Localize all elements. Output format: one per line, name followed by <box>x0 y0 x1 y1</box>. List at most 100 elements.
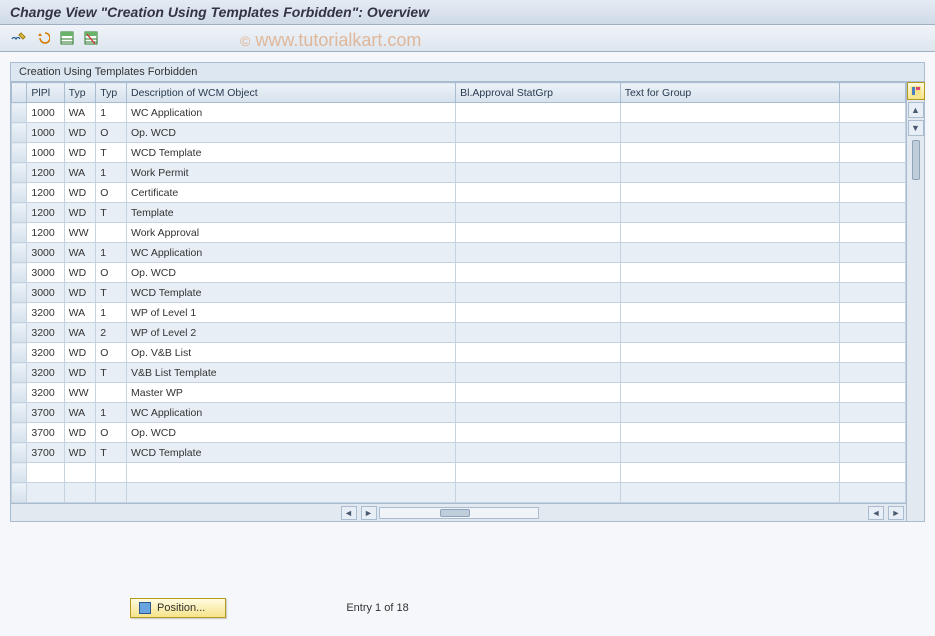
cell-ppl[interactable]: 3000 <box>27 283 64 303</box>
cell-text[interactable] <box>620 163 839 183</box>
cell-typ2[interactable]: 2 <box>96 323 127 343</box>
row-selector[interactable] <box>12 263 27 283</box>
cell-typ2[interactable]: 1 <box>96 403 127 423</box>
cell-typ1[interactable]: WA <box>64 163 96 183</box>
cell-stat[interactable] <box>456 423 621 443</box>
cell-stat[interactable] <box>456 363 621 383</box>
cell-typ2[interactable]: 1 <box>96 103 127 123</box>
cell-typ2[interactable]: T <box>96 283 127 303</box>
table-row[interactable]: 1200WWWork Approval <box>12 223 906 243</box>
cell-text[interactable] <box>620 483 839 503</box>
cell-typ1[interactable]: WW <box>64 383 96 403</box>
table-row[interactable]: 3000WDOOp. WCD <box>12 263 906 283</box>
configure-columns-icon[interactable] <box>907 82 925 100</box>
cell-stat[interactable] <box>456 203 621 223</box>
cell-typ1[interactable]: WA <box>64 303 96 323</box>
cell-text[interactable] <box>620 183 839 203</box>
horizontal-scrollbar[interactable]: ◄ ► ◄ ► <box>11 503 906 521</box>
row-selector[interactable] <box>12 443 27 463</box>
cell-stat[interactable] <box>456 143 621 163</box>
cell-desc[interactable]: WP of Level 1 <box>127 303 456 323</box>
cell-text[interactable] <box>620 143 839 163</box>
cell-stat[interactable] <box>456 223 621 243</box>
cell-text[interactable] <box>620 463 839 483</box>
cell-typ2[interactable]: T <box>96 203 127 223</box>
row-selector[interactable] <box>12 223 27 243</box>
cell-typ1[interactable]: WA <box>64 403 96 423</box>
cell-typ2[interactable]: 1 <box>96 243 127 263</box>
cell-ppl[interactable]: 1000 <box>27 123 64 143</box>
cell-typ2[interactable]: 1 <box>96 163 127 183</box>
cell-typ2[interactable]: O <box>96 423 127 443</box>
cell-ppl[interactable] <box>27 483 64 503</box>
cell-typ2[interactable]: O <box>96 263 127 283</box>
cell-desc[interactable] <box>127 463 456 483</box>
cell-typ2[interactable] <box>96 463 127 483</box>
scroll-thumb[interactable] <box>912 140 920 180</box>
cell-ppl[interactable]: 3000 <box>27 263 64 283</box>
cell-desc[interactable]: WCD Template <box>127 443 456 463</box>
cell-ppl[interactable]: 3700 <box>27 403 64 423</box>
table-row[interactable]: 1200WDTTemplate <box>12 203 906 223</box>
cell-typ2[interactable]: 1 <box>96 303 127 323</box>
table-row[interactable]: 1000WDOOp. WCD <box>12 123 906 143</box>
cell-stat[interactable] <box>456 463 621 483</box>
cell-text[interactable] <box>620 403 839 423</box>
cell-typ1[interactable]: WA <box>64 243 96 263</box>
cell-stat[interactable] <box>456 303 621 323</box>
cell-text[interactable] <box>620 223 839 243</box>
cell-text[interactable] <box>620 123 839 143</box>
cell-desc[interactable]: Op. WCD <box>127 123 456 143</box>
cell-stat[interactable] <box>456 383 621 403</box>
cell-desc[interactable]: V&B List Template <box>127 363 456 383</box>
cell-text[interactable] <box>620 243 839 263</box>
cell-stat[interactable] <box>456 263 621 283</box>
cell-stat[interactable] <box>456 343 621 363</box>
cell-ppl[interactable]: 1000 <box>27 143 64 163</box>
cell-typ2[interactable]: T <box>96 143 127 163</box>
cell-typ1[interactable]: WD <box>64 263 96 283</box>
cell-ppl[interactable]: 1200 <box>27 183 64 203</box>
cell-ppl[interactable]: 3200 <box>27 363 64 383</box>
row-selector[interactable] <box>12 283 27 303</box>
row-selector[interactable] <box>12 243 27 263</box>
cell-stat[interactable] <box>456 403 621 423</box>
table-deselect-icon[interactable] <box>82 29 100 47</box>
cell-desc[interactable]: WC Application <box>127 103 456 123</box>
cell-desc[interactable]: Work Permit <box>127 163 456 183</box>
row-selector[interactable] <box>12 163 27 183</box>
row-selector[interactable] <box>12 143 27 163</box>
cell-desc[interactable]: Op. WCD <box>127 263 456 283</box>
cell-typ1[interactable]: WD <box>64 183 96 203</box>
scroll-right-icon[interactable]: ► <box>361 506 377 520</box>
cell-text[interactable] <box>620 103 839 123</box>
cell-typ2[interactable] <box>96 483 127 503</box>
table-row[interactable]: 3200WDOOp. V&B List <box>12 343 906 363</box>
cell-typ1[interactable]: WA <box>64 103 96 123</box>
scroll-down-icon[interactable]: ▼ <box>908 120 924 136</box>
row-selector[interactable] <box>12 203 27 223</box>
table-select-icon[interactable] <box>58 29 76 47</box>
cell-text[interactable] <box>620 443 839 463</box>
cell-typ2[interactable]: O <box>96 123 127 143</box>
cell-desc[interactable]: Certificate <box>127 183 456 203</box>
col-selector[interactable] <box>12 83 27 103</box>
cell-ppl[interactable]: 3200 <box>27 303 64 323</box>
cell-desc[interactable]: Master WP <box>127 383 456 403</box>
row-selector[interactable] <box>12 183 27 203</box>
row-selector[interactable] <box>12 483 27 503</box>
cell-ppl[interactable]: 3200 <box>27 323 64 343</box>
table-row[interactable]: 3200WA2WP of Level 2 <box>12 323 906 343</box>
row-selector[interactable] <box>12 403 27 423</box>
cell-desc[interactable] <box>127 483 456 503</box>
table-row[interactable]: 3200WDTV&B List Template <box>12 363 906 383</box>
cell-stat[interactable] <box>456 283 621 303</box>
cell-typ1[interactable]: WD <box>64 423 96 443</box>
cell-typ2[interactable]: O <box>96 183 127 203</box>
cell-text[interactable] <box>620 423 839 443</box>
cell-typ1[interactable]: WD <box>64 143 96 163</box>
undo-icon[interactable] <box>34 29 52 47</box>
cell-desc[interactable]: WC Application <box>127 403 456 423</box>
cell-stat[interactable] <box>456 443 621 463</box>
table-row[interactable]: 1000WA1WC Application <box>12 103 906 123</box>
